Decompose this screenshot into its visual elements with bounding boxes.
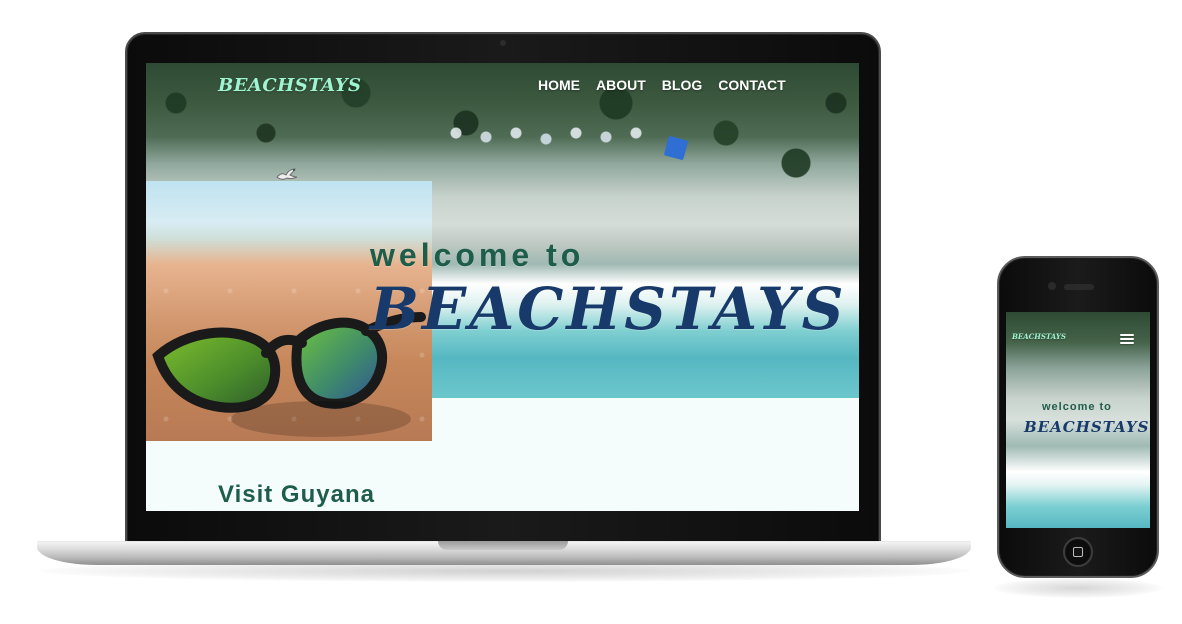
phone-camera — [1048, 282, 1056, 290]
laptop-screen: BEACHSTAYS HOME ABOUT BLOG CONTACT welco… — [146, 63, 859, 511]
hamburger-menu-icon[interactable] — [1120, 334, 1134, 344]
phone-speaker — [1064, 284, 1094, 290]
nav-link-about[interactable]: ABOUT — [596, 77, 646, 93]
phone-shadow — [994, 578, 1162, 598]
nav-link-contact[interactable]: CONTACT — [718, 77, 785, 93]
section-title: Visit Guyana — [218, 481, 375, 508]
nav-link-home[interactable]: HOME — [538, 77, 580, 93]
hero-brand-title: BEACHSTAYS — [370, 275, 847, 343]
phone-site-logo[interactable]: BEACHSTAYS — [1012, 332, 1066, 341]
nav-link-blog[interactable]: BLOG — [662, 77, 702, 93]
phone-hero-brand-title: BEACHSTAYS — [1024, 418, 1150, 436]
phone-screen: BEACHSTAYS welcome to BEACHSTAYS — [1006, 312, 1150, 528]
device-mockup-stage: BEACHSTAYS HOME ABOUT BLOG CONTACT welco… — [0, 0, 1182, 624]
phone-hero-welcome-text: welcome to — [1042, 401, 1112, 413]
hero-welcome-text: welcome to — [370, 237, 585, 273]
site-logo[interactable]: BEACHSTAYS — [218, 75, 362, 96]
bird-icon — [276, 168, 298, 180]
laptop-notch — [438, 541, 568, 550]
home-button-square-icon — [1073, 547, 1083, 557]
nav-links: HOME ABOUT BLOG CONTACT — [538, 77, 786, 93]
site-navigation: BEACHSTAYS HOME ABOUT BLOG CONTACT — [146, 63, 859, 109]
laptop-camera — [500, 40, 506, 46]
